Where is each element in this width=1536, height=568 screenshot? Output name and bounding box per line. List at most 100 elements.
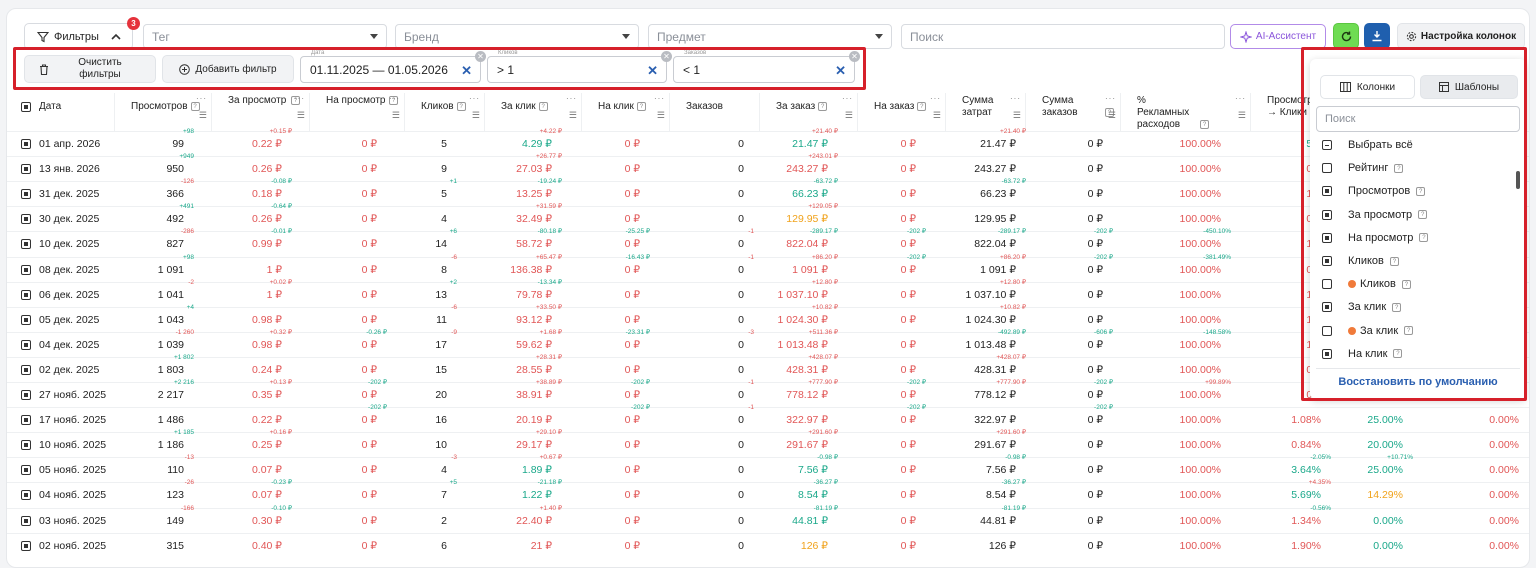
column-menu-icon[interactable]: ···: [566, 93, 577, 105]
column-option[interactable]: За клик?: [1322, 297, 1402, 317]
reset-defaults-button[interactable]: Восстановить по умолчанию: [1316, 370, 1520, 395]
help-icon[interactable]: ?: [1401, 279, 1411, 289]
column-header[interactable]: За клик? ··· ☰: [485, 93, 582, 131]
column-resize-icon[interactable]: ☰: [392, 109, 400, 121]
column-header[interactable]: Кликов? ··· ☰: [405, 93, 485, 131]
column-header[interactable]: Дата: [15, 93, 115, 131]
column-checkbox[interactable]: [1322, 325, 1332, 336]
column-menu-icon[interactable]: ···: [1105, 93, 1116, 105]
table-row[interactable]: 06 дек. 2025 1 041 -2 1 ₽ +0.02 ₽0 ₽13 +2 79.7…: [7, 279, 1529, 307]
column-header[interactable]: За заказ? ··· ☰: [760, 93, 858, 131]
column-option[interactable]: Просмотров?: [1322, 181, 1426, 201]
column-menu-icon[interactable]: ···: [1235, 93, 1246, 105]
column-header[interactable]: На просмотр? ··· ☰: [310, 93, 405, 131]
column-menu-icon[interactable]: ···: [469, 93, 480, 105]
column-resize-icon[interactable]: ☰: [297, 109, 305, 121]
column-header[interactable]: На заказ? ··· ☰: [858, 93, 946, 131]
table-row[interactable]: 02 дек. 2025 1 803 +1 802 0.24 ₽0 ₽15 28.55 …: [7, 354, 1529, 382]
table-row[interactable]: 27 нояб. 2025 2 217 +2 216 0.35 ₽ +0.13 ₽0 ₽…: [7, 379, 1529, 407]
column-resize-icon[interactable]: ☰: [845, 109, 853, 121]
table-row[interactable]: 17 нояб. 2025 1 486 0.22 ₽0 ₽ -202 ₽16 20.19…: [7, 404, 1529, 432]
row-checkbox[interactable]: [21, 214, 31, 225]
column-menu-icon[interactable]: ···: [1010, 93, 1021, 105]
help-icon[interactable]: ?: [538, 101, 548, 111]
filter-chip-orders[interactable]: Заказов < 1 ✕ ✕: [673, 50, 860, 83]
columns-settings-button[interactable]: Настройка колонок: [1397, 23, 1525, 49]
help-icon[interactable]: ?: [1393, 349, 1403, 359]
clear-filters-button[interactable]: Очистить фильтры: [24, 55, 156, 83]
column-resize-icon[interactable]: ☰: [1238, 109, 1246, 121]
column-checkbox[interactable]: [1322, 186, 1332, 197]
column-header[interactable]: Заказов: [670, 93, 760, 131]
row-checkbox[interactable]: [21, 390, 31, 400]
row-checkbox[interactable]: [21, 540, 31, 551]
column-header[interactable]: На клик? ··· ☰: [582, 93, 670, 131]
column-header[interactable]: % Рекламных расходов? ··· ☰: [1121, 93, 1251, 131]
column-checkbox[interactable]: [1322, 232, 1332, 243]
column-option[interactable]: Кликов?: [1322, 274, 1411, 294]
column-menu-icon[interactable]: ···: [294, 93, 305, 105]
column-checkbox[interactable]: [1322, 140, 1332, 150]
table-row[interactable]: 08 дек. 2025 1 091 +98 1 ₽ 0 ₽ 8 -6 136.38 ₽ +65…: [7, 254, 1529, 282]
remove-filter-icon[interactable]: ✕: [849, 51, 860, 62]
column-checkbox[interactable]: [1322, 209, 1332, 220]
column-header[interactable]: Сумма затрат?···☰: [946, 93, 1026, 131]
filter-chip-clicks[interactable]: Кликов > 1 ✕ ✕: [487, 50, 672, 83]
row-checkbox[interactable]: [21, 339, 31, 350]
row-checkbox[interactable]: [21, 239, 31, 250]
help-icon[interactable]: ?: [1200, 119, 1209, 129]
filters-button[interactable]: Фильтры: [24, 23, 133, 50]
column-resize-icon[interactable]: ☰: [657, 109, 665, 121]
help-icon[interactable]: ?: [1419, 233, 1429, 243]
column-menu-icon[interactable]: ···: [930, 93, 941, 105]
column-option[interactable]: На клик?: [1322, 344, 1403, 364]
table-row[interactable]: 04 нояб. 2025 123 -26 0.07 ₽ -0.23 ₽0 ₽7 +5 1.…: [7, 479, 1529, 507]
table-row[interactable]: 05 дек. 2025 1 043 +4 0.98 ₽0 ₽11 -6 93.12 ₽ +…: [7, 304, 1529, 332]
column-header[interactable]: За просмотр? ··· ☰: [212, 93, 310, 131]
tag-select[interactable]: Тег: [143, 24, 387, 49]
search-input[interactable]: Поиск: [901, 24, 1225, 49]
column-header[interactable]: Просмотров? ··· ☰: [115, 93, 212, 131]
row-checkbox[interactable]: [21, 515, 31, 526]
column-resize-icon[interactable]: ☰: [472, 109, 480, 121]
help-icon[interactable]: ?: [636, 101, 646, 111]
table-row[interactable]: 31 дек. 2025 366 -126 0.18 ₽ -0.08 ₽0 ₽5 +1 13…: [7, 178, 1529, 206]
clear-icon[interactable]: ✕: [647, 63, 658, 79]
row-checkbox[interactable]: [21, 189, 31, 200]
row-checkbox[interactable]: [21, 364, 31, 375]
table-row[interactable]: 03 нояб. 2025 149 -166 0.30 ₽ -0.10 ₽ 0 ₽ 2 22.…: [7, 505, 1529, 533]
brand-select[interactable]: Бренд: [395, 24, 639, 49]
column-menu-icon[interactable]: ···: [196, 93, 207, 105]
remove-filter-icon[interactable]: ✕: [475, 51, 486, 62]
clear-icon[interactable]: ✕: [461, 63, 472, 79]
table-row[interactable]: 04 дек. 2025 1 039 -1 260 0.98 ₽ +0.32 ₽0 ₽ -…: [7, 329, 1529, 357]
subject-select[interactable]: Предмет: [648, 24, 892, 49]
refresh-button[interactable]: [1333, 23, 1359, 49]
column-checkbox[interactable]: [1322, 348, 1332, 359]
select-all-checkbox[interactable]: [21, 102, 31, 112]
download-button[interactable]: [1364, 23, 1390, 49]
help-icon[interactable]: ?: [456, 101, 466, 111]
row-checkbox[interactable]: [21, 139, 31, 149]
clear-icon[interactable]: ✕: [835, 63, 846, 79]
column-option[interactable]: Рейтинг?: [1322, 158, 1404, 178]
column-menu-icon[interactable]: ···: [389, 93, 400, 105]
column-option[interactable]: Выбрать всё: [1322, 135, 1413, 155]
table-row[interactable]: 30 дек. 2025 492 +491 0.26 ₽ -0.64 ₽ 0 ₽ 4 32.4…: [7, 203, 1529, 231]
column-resize-icon[interactable]: ☰: [933, 109, 941, 121]
table-row[interactable]: 13 янв. 2026 950 +949 0.26 ₽ 0 ₽ 9 27.03 ₽ +26.…: [7, 153, 1529, 181]
column-option[interactable]: За клик?: [1322, 321, 1414, 341]
help-icon[interactable]: ?: [1392, 302, 1402, 312]
column-checkbox[interactable]: [1322, 279, 1332, 290]
help-icon[interactable]: ?: [1394, 163, 1404, 173]
row-checkbox[interactable]: [21, 289, 31, 300]
table-row[interactable]: 05 нояб. 2025 110 -13 0.07 ₽0 ₽4 -3 1.89 ₽ +0.…: [7, 454, 1529, 482]
column-option[interactable]: На просмотр?: [1322, 228, 1429, 248]
column-resize-icon[interactable]: ☰: [1013, 109, 1021, 121]
row-checkbox[interactable]: [21, 440, 31, 451]
tab-columns[interactable]: Колонки: [1320, 75, 1415, 99]
row-checkbox[interactable]: [21, 490, 31, 501]
tab-templates[interactable]: Шаблоны: [1420, 75, 1518, 99]
row-checkbox[interactable]: [21, 465, 31, 476]
column-option[interactable]: Кликов?: [1322, 251, 1399, 271]
